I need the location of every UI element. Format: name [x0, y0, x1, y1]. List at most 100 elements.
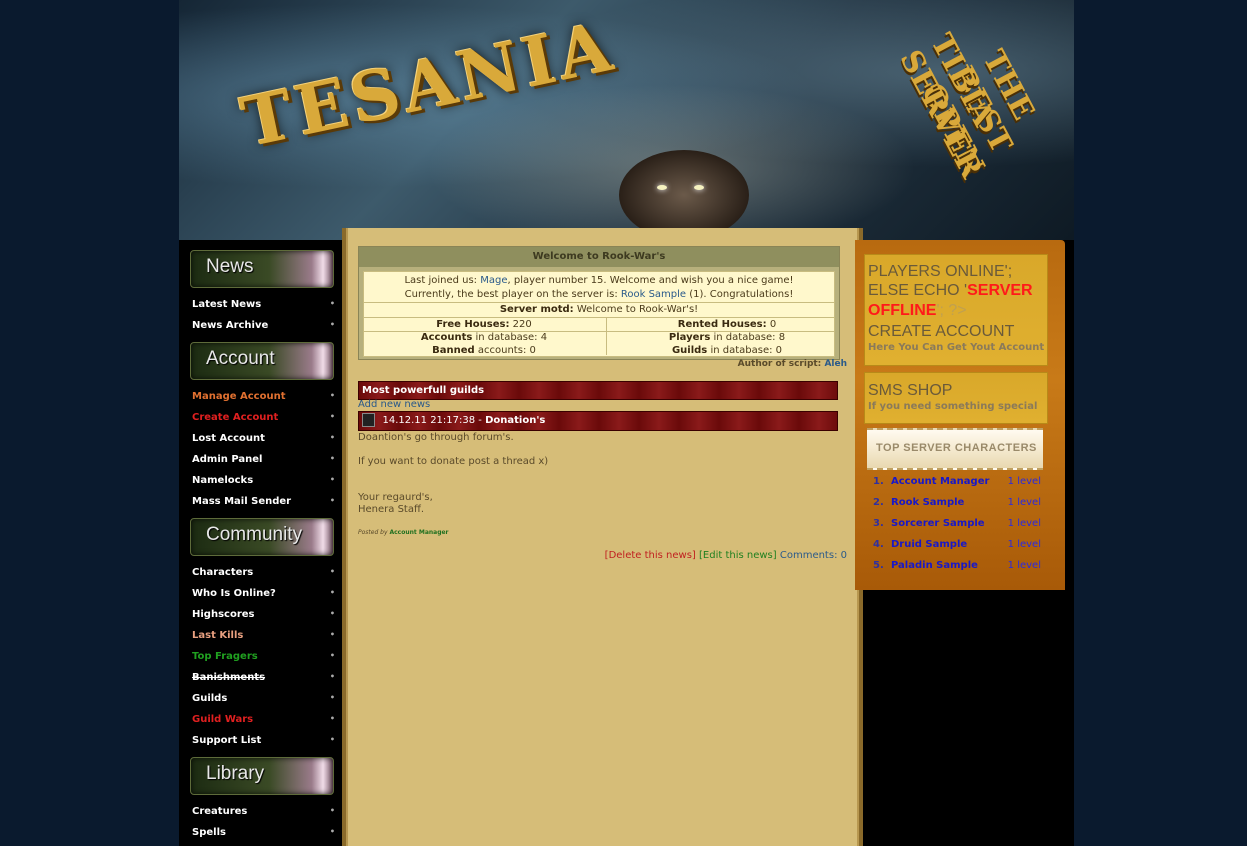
- edit-news-link[interactable]: [Edit this news]: [699, 550, 777, 561]
- motd-text: Welcome to Rook-War's!: [576, 304, 699, 315]
- news-line-4: Henera Staff.: [358, 504, 425, 515]
- menu-item-top-fragers[interactable]: Top Fragers •: [192, 651, 335, 665]
- online-line-1: PLAYERS ONLINE';: [868, 263, 1013, 280]
- menu-item-highscores[interactable]: Highscores •: [192, 609, 335, 623]
- server-offline-text-1: SERVER: [967, 282, 1033, 299]
- delete-news-link[interactable]: [Delete this news]: [605, 550, 696, 561]
- menu-item-latest-news[interactable]: Latest News •: [192, 299, 335, 313]
- server-stats-table: Last joined us: Mage, player number 15. …: [363, 271, 835, 357]
- right-sidebar: PLAYERS ONLINE'; ELSE ECHO 'SERVER OFFLI…: [855, 240, 1065, 590]
- character-name-link[interactable]: Druid Sample: [891, 539, 967, 550]
- motd-line: Server motd: Welcome to Rook-War's!: [364, 304, 834, 315]
- menu-item-manage-account[interactable]: Manage Account •: [192, 391, 335, 405]
- top-character-row[interactable]: 3. Sorcerer Sample 1 level: [869, 518, 1041, 534]
- menu-item-label: Spells: [192, 827, 226, 838]
- rank: 3.: [873, 518, 884, 529]
- players-cell: Players in database: 8: [607, 332, 847, 343]
- bullet-icon: •: [329, 567, 335, 576]
- server-status-box: PLAYERS ONLINE'; ELSE ECHO 'SERVER OFFLI…: [864, 254, 1048, 366]
- menu-item-label: Admin Panel: [192, 454, 263, 465]
- menu-header-library-label: Library: [206, 763, 265, 784]
- top-character-row[interactable]: 5. Paladin Sample 1 level: [869, 560, 1041, 576]
- character-name-link[interactable]: Paladin Sample: [891, 560, 978, 571]
- site-logo[interactable]: TESANIA: [235, 6, 622, 163]
- rented-houses-cell: Rented Houses: 0: [607, 319, 847, 330]
- page-wrapper: TESANIA THE BEST OPEN TIBIA SERVER News …: [179, 0, 1074, 846]
- menu-item-banishments[interactable]: Banishments •: [192, 672, 335, 686]
- rank: 5.: [873, 560, 884, 571]
- bullet-icon: •: [329, 651, 335, 660]
- menu-item-admin-panel[interactable]: Admin Panel •: [192, 454, 335, 468]
- bullet-icon: •: [329, 454, 335, 463]
- last-joined-player-link[interactable]: Mage: [480, 275, 507, 286]
- accounts-cell: Accounts in database: 4: [364, 332, 604, 343]
- top-character-row[interactable]: 2. Rook Sample 1 level: [869, 497, 1041, 513]
- menu-item-guilds[interactable]: Guilds •: [192, 693, 335, 707]
- bullet-icon: •: [329, 693, 335, 702]
- menu-item-last-kills[interactable]: Last Kills •: [192, 630, 335, 644]
- menu-header-account[interactable]: Account: [190, 342, 334, 380]
- rented-houses-value: 0: [769, 319, 777, 330]
- bullet-icon: •: [329, 714, 335, 723]
- bullet-icon: •: [329, 475, 335, 484]
- comments-count: 0: [840, 550, 847, 561]
- menu-item-label: Namelocks: [192, 475, 254, 486]
- players-value: in database: 8: [713, 332, 786, 343]
- beast-eye-right: [694, 185, 704, 190]
- menu-item-namelocks[interactable]: Namelocks •: [192, 475, 335, 489]
- menu-item-label: Latest News: [192, 299, 262, 310]
- menu-header-community[interactable]: Community: [190, 518, 334, 556]
- top-character-row[interactable]: 1. Account Manager 1 level: [869, 476, 1041, 492]
- news-title-bar: 14.12.11 21:17:38 - Donation's: [358, 411, 838, 431]
- create-account-subtitle[interactable]: Here You Can Get Yout Account: [868, 342, 1044, 353]
- menu-item-who-is-online[interactable]: Who Is Online? •: [192, 588, 335, 602]
- menu-item-mass-mail-sender[interactable]: Mass Mail Sender •: [192, 496, 335, 510]
- menu-header-news[interactable]: News: [190, 250, 334, 288]
- menu-header-library[interactable]: Library: [190, 757, 334, 795]
- top-characters-title: TOP SERVER CHARACTERS: [876, 442, 1037, 454]
- rank: 4.: [873, 539, 884, 550]
- menu-header-news-label: News: [206, 256, 254, 277]
- bullet-icon: •: [329, 299, 335, 308]
- sms-shop-box[interactable]: SMS SHOP If you need something special: [864, 372, 1048, 424]
- last-joined-line: Last joined us: Mage, player number 15. …: [364, 275, 834, 286]
- menu-item-label: Support List: [192, 735, 262, 746]
- best-player-link[interactable]: Rook Sample: [621, 289, 686, 300]
- menu-item-news-archive[interactable]: News Archive •: [192, 320, 335, 334]
- menu-item-create-account[interactable]: Create Account •: [192, 412, 335, 426]
- top-character-row[interactable]: 4. Druid Sample 1 level: [869, 539, 1041, 555]
- add-news-link[interactable]: Add new news: [358, 399, 430, 410]
- comments-label: Comments:: [779, 550, 838, 561]
- posted-by-label: Posted by: [358, 529, 388, 536]
- menu-item-label: Lost Account: [192, 433, 265, 444]
- comments-link[interactable]: Comments: 0: [780, 550, 847, 561]
- werewolf-artwork: [619, 150, 749, 240]
- script-author: Author of script: Aleh: [738, 359, 847, 369]
- bullet-icon: •: [329, 496, 335, 505]
- menu-item-label: Guild Wars: [192, 714, 254, 725]
- character-name-link[interactable]: Account Manager: [891, 476, 989, 487]
- character-name-link[interactable]: Rook Sample: [891, 497, 964, 508]
- menu-item-guild-wars[interactable]: Guild Wars •: [192, 714, 335, 728]
- menu-item-label: Creatures: [192, 806, 248, 817]
- author-link[interactable]: Aleh: [824, 359, 847, 369]
- guilds-value: in database: 0: [710, 345, 783, 356]
- create-account-title[interactable]: CREATE ACCOUNT: [868, 323, 1014, 341]
- news-actions: [Delete this news] [Edit this news] Comm…: [605, 550, 847, 561]
- menu-header-community-label: Community: [206, 524, 303, 545]
- guilds-bar: Most powerfull guilds: [358, 381, 838, 400]
- divider: [364, 317, 834, 318]
- menu-item-lost-account[interactable]: Lost Account •: [192, 433, 335, 447]
- news-line-1: Doantion's go through forum's.: [358, 432, 514, 443]
- menu-item-characters[interactable]: Characters •: [192, 567, 335, 581]
- character-name-link[interactable]: Sorcerer Sample: [891, 518, 985, 529]
- posted-by-author-link[interactable]: Account Manager: [389, 529, 448, 536]
- character-level: 1 level: [1007, 497, 1041, 508]
- menu-item-label: Manage Account: [192, 391, 286, 402]
- menu-item-spells[interactable]: Spells •: [192, 827, 335, 841]
- welcome-box: Welcome to Rook-War's Last joined us: Ma…: [358, 246, 840, 360]
- menu-item-creatures[interactable]: Creatures •: [192, 806, 335, 820]
- online-line-3-tail: '; ?>: [936, 302, 967, 319]
- free-houses-cell: Free Houses: 220: [364, 319, 604, 330]
- menu-item-support-list[interactable]: Support List •: [192, 735, 335, 749]
